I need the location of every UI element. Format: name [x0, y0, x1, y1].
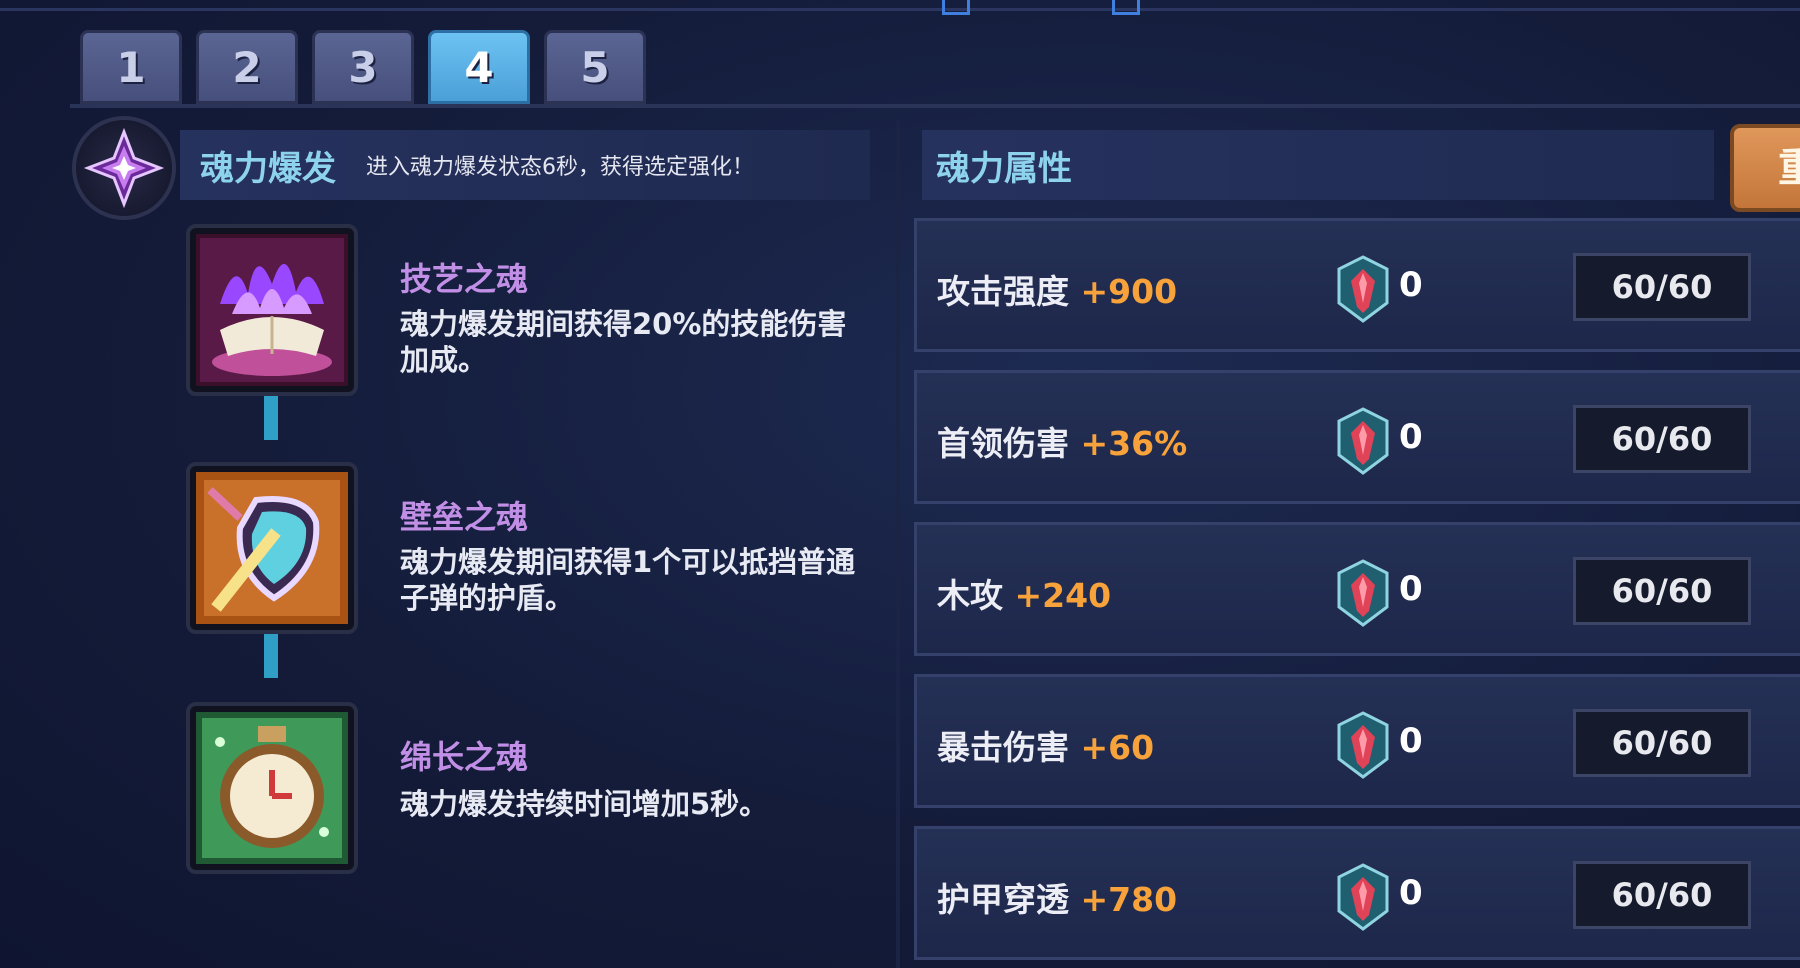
- tab-2[interactable]: 2: [196, 30, 298, 104]
- tab-5[interactable]: 5: [544, 30, 646, 104]
- attribute-row-5: 护甲穿透 +780 0 60/60: [914, 826, 1800, 960]
- shield-sword-icon: [196, 472, 348, 624]
- attributes-title: 魂力属性: [936, 148, 1072, 189]
- skill-connector-1: [264, 396, 278, 440]
- attribute-label: 暴击伤害 +60: [937, 721, 1154, 769]
- tab-3[interactable]: 3: [312, 30, 414, 104]
- level-indicator: 60/60: [1573, 709, 1751, 777]
- soul-gem-icon: [1337, 559, 1389, 627]
- attribute-row-3: 木攻 +240 0 60/60: [914, 522, 1800, 656]
- top-ornament-left: [942, 0, 970, 15]
- soul-gem-icon: [1337, 407, 1389, 475]
- skill-name-3: 绵长之魂: [400, 738, 529, 776]
- attribute-bonus: +240: [1014, 576, 1112, 615]
- gem-count: 0: [1399, 417, 1423, 457]
- skill-name-2: 壁垒之魂: [400, 498, 529, 536]
- tabs-underline: [70, 104, 1800, 108]
- attribute-label: 首领伤害 +36%: [937, 417, 1187, 465]
- attribute-bonus: +900: [1080, 272, 1178, 311]
- attribute-name: 暴击伤害: [937, 728, 1069, 767]
- gem-count: 0: [1399, 265, 1423, 305]
- attribute-name: 首领伤害: [937, 424, 1069, 463]
- burst-description: 进入魂力爆发状态6秒，获得选定强化！: [366, 155, 754, 180]
- skill-description-3: 魂力爆发持续时间增加5秒。: [400, 787, 769, 821]
- soul-gem-icon: [1337, 863, 1389, 931]
- stopwatch-icon: [196, 712, 348, 864]
- reset-button[interactable]: 重: [1730, 124, 1800, 212]
- attribute-bonus: +36%: [1080, 424, 1188, 463]
- attribute-bonus: +780: [1080, 880, 1178, 919]
- panel-divider: [896, 120, 900, 968]
- attribute-name: 护甲穿透: [937, 880, 1069, 919]
- skill-slot-3[interactable]: [186, 702, 358, 874]
- gem-count: 0: [1399, 721, 1423, 761]
- level-indicator: 60/60: [1573, 557, 1751, 625]
- attribute-bonus: +60: [1080, 728, 1155, 767]
- attribute-name: 木攻: [937, 576, 1003, 615]
- purple-flame-tome-icon: [196, 234, 348, 386]
- tab-1[interactable]: 1: [80, 30, 182, 104]
- attribute-label: 护甲穿透 +780: [937, 873, 1177, 921]
- crystal-star-icon: [72, 116, 176, 220]
- level-indicator: 60/60: [1573, 405, 1751, 473]
- skill-description-1: 魂力爆发期间获得20%的技能伤害加成。: [400, 307, 847, 377]
- soul-gem-icon: [1337, 711, 1389, 779]
- attribute-row-4: 暴击伤害 +60 0 60/60: [914, 674, 1800, 808]
- gem-count: 0: [1399, 569, 1423, 609]
- attribute-row-1: 攻击强度 +900 0 60/60: [914, 218, 1800, 352]
- skill-slot-2[interactable]: [186, 462, 358, 634]
- gem-count: 0: [1399, 873, 1423, 913]
- skill-slot-1[interactable]: [186, 224, 358, 396]
- attribute-label: 攻击强度 +900: [937, 265, 1177, 313]
- skill-connector-2: [264, 634, 278, 678]
- level-indicator: 60/60: [1573, 253, 1751, 321]
- skill-name-1: 技艺之魂: [400, 260, 529, 298]
- top-border: [0, 8, 1800, 11]
- attributes-header: 魂力属性: [922, 130, 1714, 200]
- tab-4[interactable]: 4: [428, 30, 530, 104]
- skill-description-2: 魂力爆发期间获得1个可以抵挡普通子弹的护盾。: [400, 545, 856, 615]
- top-ornament-right: [1112, 0, 1140, 15]
- attribute-row-2: 首领伤害 +36% 0 60/60: [914, 370, 1800, 504]
- page-tabs: 1 2 3 4 5: [80, 30, 646, 104]
- level-indicator: 60/60: [1573, 861, 1751, 929]
- attribute-label: 木攻 +240: [937, 569, 1111, 617]
- soul-gem-icon: [1337, 255, 1389, 323]
- burst-title: 魂力爆发: [200, 148, 336, 189]
- burst-header: 魂力爆发 进入魂力爆发状态6秒，获得选定强化！: [180, 130, 870, 200]
- attribute-name: 攻击强度: [937, 272, 1069, 311]
